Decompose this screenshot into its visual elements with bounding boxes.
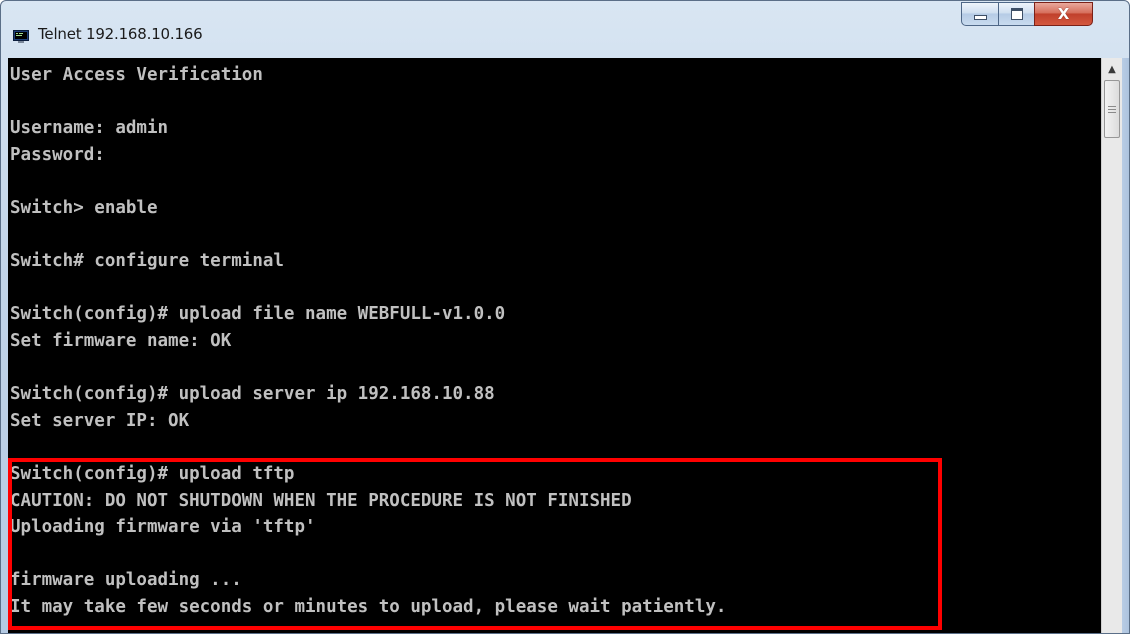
- grip-icon: [1108, 105, 1116, 113]
- maximize-button[interactable]: [998, 2, 1035, 26]
- terminal-line: Set server IP: OK: [10, 410, 190, 431]
- terminal-line: CAUTION: DO NOT SHUTDOWN WHEN THE PROCED…: [10, 490, 632, 511]
- window-frame-edge: [1122, 58, 1129, 633]
- maximize-icon: [1010, 8, 1023, 20]
- terminal-console[interactable]: User Access Verification Username: admin P…: [8, 58, 1101, 633]
- terminal-line: Switch(config)# upload tftp: [10, 463, 295, 484]
- terminal-line: User Access Verification: [10, 65, 263, 85]
- close-button[interactable]: X: [1034, 2, 1093, 26]
- scroll-thumb[interactable]: [1104, 80, 1120, 138]
- title-bar[interactable]: Telnet 192.168.10.166 X: [1, 1, 1129, 59]
- telnet-window: Telnet 192.168.10.166 X User Access Veri…: [0, 0, 1130, 634]
- terminal-line: firmware uploading ...: [10, 570, 242, 591]
- minimize-icon: [973, 15, 987, 20]
- telnet-terminal-icon: [13, 30, 29, 43]
- window-controls: X: [961, 2, 1123, 28]
- terminal-line: It may take few seconds or minutes to up…: [10, 596, 727, 617]
- scroll-up-arrow-icon[interactable]: ▲: [1102, 58, 1122, 80]
- terminal-line: Username: admin: [10, 118, 169, 139]
- minimize-button[interactable]: [961, 2, 999, 26]
- terminal-line: Switch> enable: [10, 197, 158, 218]
- terminal-line: Switch(config)# upload file name WEBFULL…: [10, 304, 506, 325]
- terminal-line: Uploading firmware via 'tftp': [10, 517, 316, 538]
- terminal-line: Switch# configure terminal: [10, 251, 284, 272]
- window-title: Telnet 192.168.10.166: [38, 25, 203, 43]
- vertical-scrollbar[interactable]: ▲: [1101, 58, 1122, 633]
- terminal-line: Switch(config)# upload server ip 192.168…: [10, 384, 495, 405]
- terminal-line: Password:: [10, 144, 105, 165]
- terminal-line: Set firmware name: OK: [10, 330, 232, 351]
- terminal-output: User Access Verification Username: admin P…: [10, 62, 726, 620]
- close-icon: X: [1057, 5, 1070, 23]
